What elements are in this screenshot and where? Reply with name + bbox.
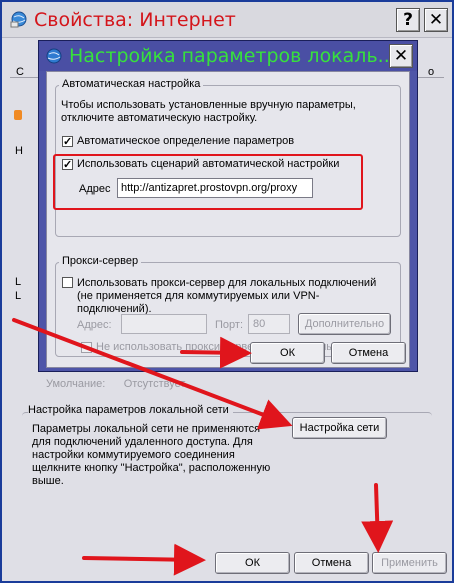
annotation-arrows [12, 318, 394, 576]
arrow-to-ok-inner [180, 336, 252, 369]
arrow-to-lan-settings [12, 318, 293, 430]
arrow-to-apply [361, 483, 394, 553]
arrow-to-ok-outer [82, 543, 206, 576]
